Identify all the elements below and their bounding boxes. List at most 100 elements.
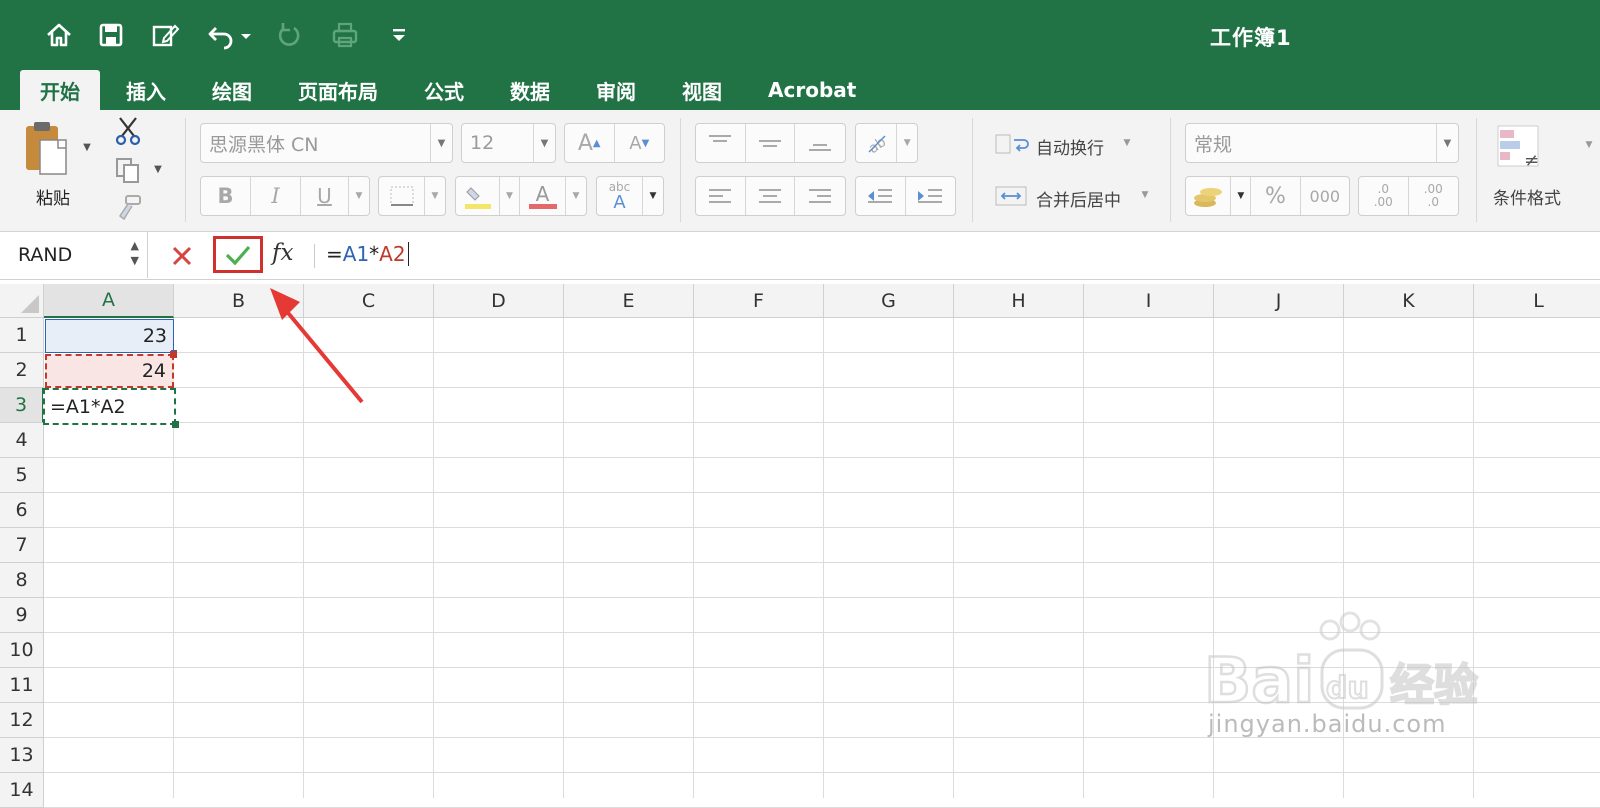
column-header-g[interactable]: G <box>824 284 954 318</box>
merge-center-label[interactable]: 合并后居中 <box>1036 186 1121 211</box>
tab-draw[interactable]: 绘图 <box>192 70 272 110</box>
merge-center-icon[interactable] <box>994 184 1030 208</box>
chevron-down-icon[interactable]: ▼ <box>533 124 555 162</box>
column-header-k[interactable]: K <box>1344 284 1474 318</box>
number-format-select[interactable]: 常规 ▼ <box>1185 123 1459 163</box>
chevron-down-icon[interactable]: ▼ <box>1231 177 1252 215</box>
column-header-e[interactable]: E <box>564 284 694 318</box>
font-color-button[interactable]: A <box>520 177 566 215</box>
paste-icon[interactable] <box>22 120 72 180</box>
align-bottom-icon[interactable] <box>795 124 845 162</box>
cell-a2[interactable]: 24 <box>45 351 177 388</box>
copy-icon[interactable] <box>114 156 142 184</box>
chevron-down-icon[interactable]: ▼ <box>897 124 917 162</box>
chevron-down-icon[interactable]: ▼ <box>1582 138 1596 152</box>
undo-dropdown-icon[interactable] <box>236 18 256 52</box>
tab-formulas[interactable]: 公式 <box>404 70 484 110</box>
row-header-1[interactable]: 1 <box>0 318 44 353</box>
paste-label[interactable]: 粘贴 <box>36 184 70 209</box>
column-header-l[interactable]: L <box>1474 284 1600 318</box>
column-header-d[interactable]: D <box>434 284 564 318</box>
fill-color-icon[interactable] <box>456 177 500 215</box>
tab-review[interactable]: 审阅 <box>576 70 656 110</box>
column-header-h[interactable]: H <box>954 284 1084 318</box>
row-header-11[interactable]: 11 <box>0 668 44 703</box>
increase-indent-icon[interactable] <box>906 177 956 215</box>
row-header-4[interactable]: 4 <box>0 423 44 458</box>
row-header-10[interactable]: 10 <box>0 633 44 668</box>
paste-dropdown-icon[interactable]: ▼ <box>80 140 94 154</box>
format-painter-icon[interactable] <box>114 194 144 222</box>
font-size-select[interactable]: 12 ▼ <box>461 123 556 163</box>
name-box[interactable]: RAND ▲ ▼ <box>0 232 148 278</box>
currency-icon[interactable] <box>1186 177 1232 215</box>
row-header-3[interactable]: 3 <box>0 388 44 423</box>
row-header-13[interactable]: 13 <box>0 738 44 773</box>
select-all-corner[interactable] <box>0 284 44 318</box>
align-middle-icon[interactable] <box>746 124 796 162</box>
tab-page-layout[interactable]: 页面布局 <box>278 70 398 110</box>
chevron-down-icon[interactable]: ▼ <box>1138 188 1152 202</box>
bold-button[interactable]: B <box>201 177 251 215</box>
wrap-text-label[interactable]: 自动换行 <box>1036 134 1104 159</box>
borders-button[interactable]: ▼ <box>378 176 446 216</box>
font-name-select[interactable]: 思源黑体 CN ▼ <box>200 123 453 163</box>
cell-a3-active[interactable]: =A1*A2 <box>43 388 179 428</box>
save-icon[interactable] <box>94 18 128 52</box>
cut-icon[interactable] <box>114 116 142 146</box>
decrease-indent-icon[interactable] <box>856 177 906 215</box>
cancel-icon[interactable] <box>166 240 198 272</box>
chevron-down-icon[interactable]: ▼ <box>566 177 586 215</box>
tab-insert[interactable]: 插入 <box>106 70 186 110</box>
thousands-button[interactable]: 000 <box>1301 177 1349 215</box>
shrink-font-button[interactable]: A ▼ <box>615 124 665 162</box>
phonetic-button[interactable]: abc A ▼ <box>596 176 664 216</box>
column-header-a[interactable]: A <box>44 284 174 318</box>
italic-button[interactable]: I <box>251 177 301 215</box>
chevron-down-icon[interactable]: ▼ <box>430 124 452 162</box>
home-icon[interactable] <box>42 18 76 52</box>
column-header-i[interactable]: I <box>1084 284 1214 318</box>
grow-font-button[interactable]: A ▲ <box>565 124 615 162</box>
conditional-format-icon[interactable]: ≠ <box>1496 124 1546 172</box>
name-box-stepper[interactable]: ▲ ▼ <box>131 238 139 268</box>
edit-document-icon[interactable] <box>148 18 182 52</box>
align-center-icon[interactable] <box>746 177 796 215</box>
tab-acrobat[interactable]: Acrobat <box>748 70 876 110</box>
chevron-down-icon[interactable]: ▼ <box>349 177 369 215</box>
underline-button[interactable]: U <box>301 177 349 215</box>
percent-button[interactable]: % <box>1251 177 1301 215</box>
chevron-down-icon[interactable]: ▼ <box>425 177 445 215</box>
column-header-j[interactable]: J <box>1214 284 1344 318</box>
redo-icon[interactable] <box>272 18 306 52</box>
tab-home[interactable]: 开始 <box>20 70 100 110</box>
chevron-down-icon[interactable]: ▼ <box>1120 136 1134 150</box>
formula-input[interactable]: = A1 * A2 <box>326 242 409 266</box>
row-header-5[interactable]: 5 <box>0 458 44 493</box>
conditional-format-label[interactable]: 条件格式 <box>1493 184 1600 209</box>
align-left-icon[interactable] <box>696 177 746 215</box>
row-header-6[interactable]: 6 <box>0 493 44 528</box>
tab-data[interactable]: 数据 <box>490 70 570 110</box>
insert-function-button[interactable]: fx <box>272 240 293 266</box>
row-header-7[interactable]: 7 <box>0 528 44 563</box>
tab-view[interactable]: 视图 <box>662 70 742 110</box>
column-header-f[interactable]: F <box>694 284 824 318</box>
chevron-down-icon[interactable]: ▼ <box>1436 124 1458 162</box>
decrease-decimal-button[interactable]: .00.0 <box>1409 177 1459 215</box>
row-header-9[interactable]: 9 <box>0 598 44 633</box>
row-header-14[interactable]: 14 <box>0 773 44 808</box>
print-icon[interactable] <box>328 18 362 52</box>
increase-decimal-button[interactable]: .0.00 <box>1359 177 1409 215</box>
customize-toolbar-icon[interactable] <box>382 18 416 52</box>
row-header-12[interactable]: 12 <box>0 703 44 738</box>
enter-checkmark-icon[interactable] <box>213 236 263 273</box>
chevron-down-icon[interactable]: ▼ <box>643 177 663 215</box>
row-header-8[interactable]: 8 <box>0 563 44 598</box>
orientation-button[interactable]: ab ▼ <box>855 123 918 163</box>
undo-icon[interactable] <box>204 18 238 52</box>
chevron-down-icon[interactable]: ▼ <box>500 177 520 215</box>
align-top-icon[interactable] <box>696 124 746 162</box>
cell-a1[interactable]: 23 <box>45 319 177 356</box>
copy-dropdown-icon[interactable]: ▼ <box>152 162 164 176</box>
